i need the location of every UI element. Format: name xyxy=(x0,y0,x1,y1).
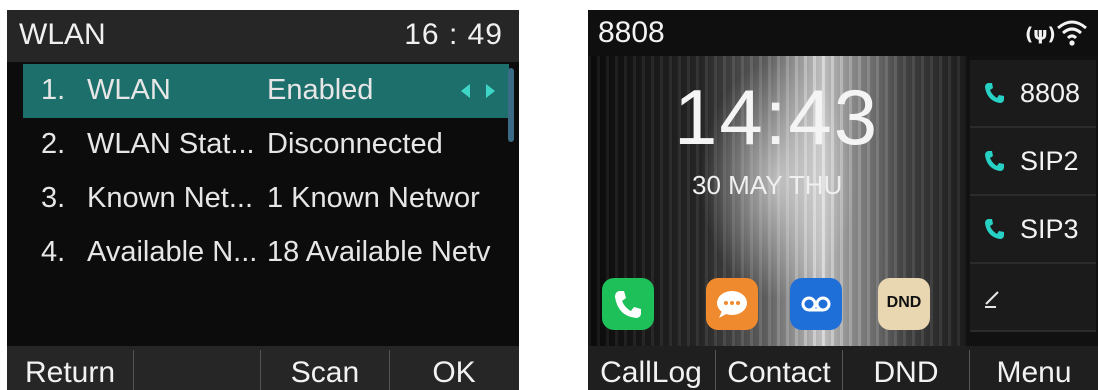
phone-icon xyxy=(985,151,1004,171)
idle-date: 30 MAY THU xyxy=(692,170,843,200)
idle-home-screen: 8808 (ψ) 14:43 30 MAY THU DND 8808 SIP2 … xyxy=(588,10,1098,390)
phone-app-icon[interactable] xyxy=(602,278,654,330)
line-key-8808[interactable]: 8808 xyxy=(970,60,1096,128)
menu-item-value: 18 Available Netv xyxy=(267,236,491,268)
menu-item-available-networks[interactable]: 4. Available N... 18 Available Netv xyxy=(23,226,509,280)
menu-item-number: 1. xyxy=(41,74,66,106)
scan-softkey[interactable]: Scan xyxy=(261,346,389,390)
menu-softkey[interactable]: Menu xyxy=(970,346,1098,390)
menu-item-label: WLAN xyxy=(87,74,171,106)
screen-title: WLAN xyxy=(19,18,106,51)
contact-softkey[interactable]: Contact xyxy=(716,346,842,390)
line-key-sip2[interactable]: SIP2 xyxy=(970,128,1096,196)
status-bar: 8808 (ψ) xyxy=(588,10,1098,56)
line-key-label: SIP2 xyxy=(1020,146,1079,176)
voicemail-app-icon[interactable] xyxy=(790,278,842,330)
phone-icon xyxy=(985,219,1004,239)
menu-item-number: 2. xyxy=(41,128,66,160)
ok-softkey[interactable]: OK xyxy=(390,346,518,390)
clock-time: 16 : 49 xyxy=(404,18,503,51)
dnd-app-icon[interactable]: DND xyxy=(878,278,930,330)
softkey-bar: CallLog Contact DND Menu xyxy=(588,346,1098,390)
phone-icon xyxy=(985,83,1004,103)
status-bar: WLAN 16 : 49 xyxy=(7,10,519,62)
wlan-settings-screen: WLAN 16 : 49 1. WLAN Enabled 2. WLAN Sta… xyxy=(7,10,519,390)
wifi-icon xyxy=(1057,20,1087,46)
menu-item-value: 1 Known Networ xyxy=(267,182,480,214)
message-app-icon[interactable] xyxy=(706,278,758,330)
line-key-sip3[interactable]: SIP3 xyxy=(970,196,1096,264)
menu-item-label: WLAN Stat... xyxy=(87,128,255,160)
idle-clock: 14:43 xyxy=(674,73,880,161)
line-key-edit[interactable] xyxy=(970,264,1096,332)
empty-softkey[interactable] xyxy=(134,346,260,390)
dnd-softkey[interactable]: DND xyxy=(843,346,969,390)
menu-item-number: 3. xyxy=(41,182,66,214)
menu-item-value: Disconnected xyxy=(267,128,443,160)
edit-pen-icon xyxy=(985,291,999,308)
dnd-app-label: DND xyxy=(886,294,922,311)
scrollbar[interactable] xyxy=(508,68,514,142)
wlan-menu-list: 1. WLAN Enabled 2. WLAN Stat... Disconne… xyxy=(23,64,509,280)
menu-item-known-networks[interactable]: 3. Known Net... 1 Known Networ xyxy=(23,172,509,226)
line-key-label: SIP3 xyxy=(1020,214,1079,244)
softkey-bar: Return Scan OK xyxy=(7,346,519,390)
left-right-arrows-icon[interactable] xyxy=(461,82,495,100)
menu-item-wlan-status[interactable]: 2. WLAN Stat... Disconnected xyxy=(23,118,509,172)
menu-item-label: Available N... xyxy=(87,236,258,268)
menu-item-wlan[interactable]: 1. WLAN Enabled xyxy=(23,64,509,118)
calllog-softkey[interactable]: CallLog xyxy=(588,346,714,390)
extension-number: 8808 xyxy=(598,16,665,49)
line-keys-panel: 8808 SIP2 SIP3 xyxy=(966,56,1098,346)
menu-item-label: Known Net... xyxy=(87,182,254,214)
menu-item-number: 4. xyxy=(41,236,66,268)
return-softkey[interactable]: Return xyxy=(7,346,133,390)
line-key-label: 8808 xyxy=(1020,78,1081,108)
network-signal-icon: (ψ) xyxy=(1025,24,1056,45)
